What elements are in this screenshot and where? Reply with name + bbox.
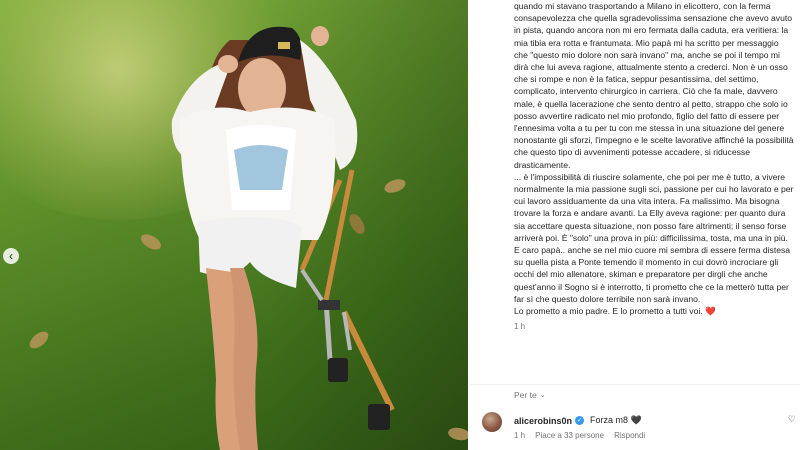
divider	[470, 384, 800, 385]
comments-panel: quando mi stavano trasportando a Milano …	[470, 0, 800, 450]
comment-line: alicerobins0n ✓ Forza m8 🖤	[514, 415, 642, 426]
comment-meta: 1 h Piace a 33 persone Rispondi	[514, 431, 645, 440]
comment-sort-label: Per te	[514, 390, 537, 400]
photo-scene	[171, 26, 395, 450]
chevron-left-icon: ‹	[9, 249, 13, 263]
post-caption: quando mi stavano trasportando a Milano …	[514, 0, 794, 333]
avatar[interactable]	[482, 412, 502, 432]
chevron-down-icon: ⌄	[539, 392, 546, 399]
comment-age: 1 h	[514, 431, 526, 440]
comment-text: Forza m8 🖤	[590, 415, 642, 425]
like-heart-icon[interactable]: ♡	[788, 414, 796, 425]
heart-emoji: ❤️	[705, 306, 716, 317]
verified-badge-icon: ✓	[575, 416, 585, 425]
reply-button[interactable]: Rispondi	[614, 431, 645, 440]
post-photo[interactable]: ‹	[0, 0, 468, 450]
caption-text: quando mi stavano trasportando a Milano …	[514, 1, 794, 317]
carousel-prev-button[interactable]: ‹	[3, 248, 19, 264]
caption-age: 1 h	[514, 322, 526, 332]
comment-item: alicerobins0n ✓ Forza m8 🖤 1 h Piace a 3…	[482, 408, 800, 448]
comment-likes-link[interactable]: Piace a 33 persone	[535, 431, 604, 440]
comment-sort-dropdown[interactable]: Per te ⌄	[514, 390, 546, 400]
comment-username[interactable]: alicerobins0n	[514, 416, 572, 426]
